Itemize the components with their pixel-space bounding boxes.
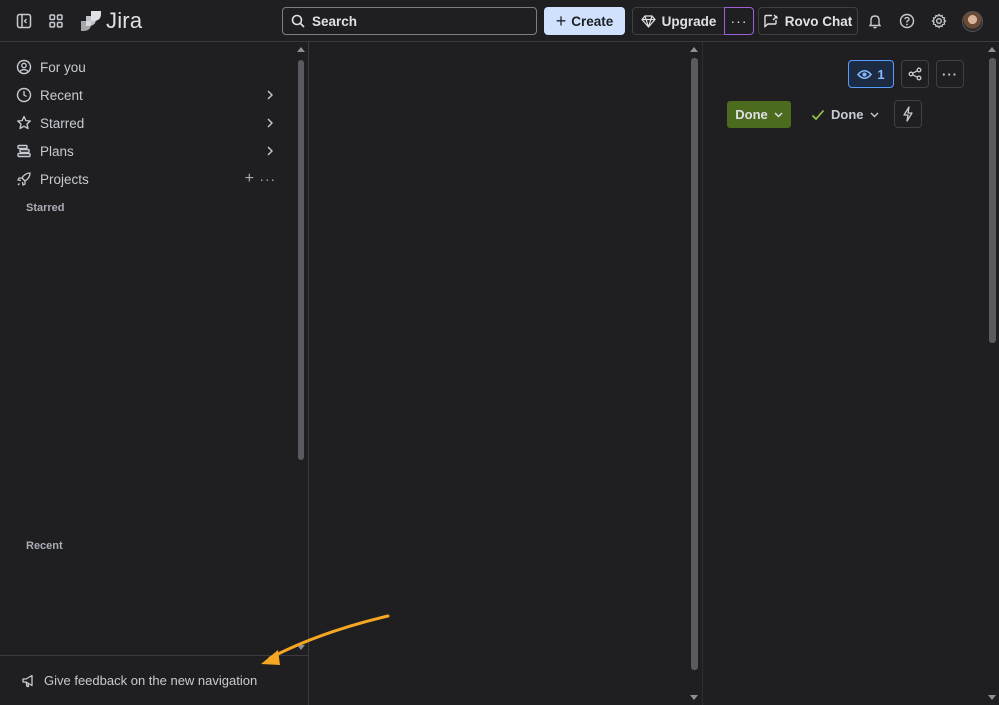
checkmark-icon	[811, 109, 825, 120]
projects-more-icon[interactable]: ···	[260, 172, 277, 187]
user-avatar[interactable]	[962, 11, 983, 32]
panel-scrollbar[interactable]	[989, 58, 996, 343]
sidebar-item-recent[interactable]: Recent	[16, 83, 286, 107]
panel-divider	[702, 42, 703, 705]
sidebar-scroll-up-icon[interactable]	[297, 47, 305, 52]
share-button[interactable]	[901, 60, 929, 88]
main-content-pane	[310, 43, 702, 705]
panel-scroll-up-icon[interactable]	[988, 47, 996, 52]
panel-scroll-down-icon[interactable]	[988, 695, 996, 700]
rovo-chat-label: Rovo Chat	[784, 13, 853, 29]
main-scroll-up-icon[interactable]	[690, 47, 698, 52]
sidebar-item-label: Starred	[40, 115, 85, 131]
search-input[interactable]: Search	[282, 7, 537, 35]
sidebar-toggle-icon[interactable]	[14, 11, 34, 31]
search-placeholder: Search	[312, 13, 358, 29]
sidebar-item-label: Projects	[40, 171, 89, 187]
sidebar-item-plans[interactable]: Plans	[16, 139, 286, 163]
watch-button[interactable]: 1	[848, 60, 894, 88]
sidebar-item-projects[interactable]: Projects + ···	[16, 167, 286, 191]
plus-icon: +	[555, 11, 567, 31]
upgrade-more-button[interactable]: ···	[724, 7, 754, 35]
top-navigation-bar: Jira Search + Create Upgrade ··· Rovo Ch…	[0, 0, 999, 42]
sidebar-item-label: Recent	[40, 87, 83, 103]
upgrade-label: Upgrade	[661, 13, 717, 29]
feedback-label: Give feedback on the new navigation	[44, 673, 258, 688]
main-scroll-down-icon[interactable]	[690, 695, 698, 700]
resolution-label: Done	[831, 107, 864, 122]
chat-edit-icon	[764, 14, 778, 28]
jira-logo-icon	[81, 11, 101, 31]
add-project-icon[interactable]: +	[245, 170, 254, 188]
recent-section-heading: Recent	[26, 540, 63, 552]
sidebar-item-starred[interactable]: Starred	[16, 111, 286, 135]
star-icon	[17, 115, 31, 130]
rocket-icon	[17, 172, 31, 186]
starred-section-heading: Starred	[26, 202, 65, 214]
sidebar-item-label: For you	[40, 59, 86, 75]
lightning-bolt-icon	[903, 106, 913, 122]
create-label: Create	[571, 13, 614, 29]
bell-icon[interactable]	[865, 11, 885, 31]
search-icon	[291, 14, 305, 28]
more-icon: ···	[942, 66, 958, 82]
watch-count: 1	[877, 66, 885, 82]
status-dropdown[interactable]: Done	[727, 101, 791, 128]
rovo-chat-button[interactable]: Rovo Chat	[758, 7, 858, 35]
settings-gear-icon[interactable]	[929, 11, 949, 31]
more-actions-button[interactable]: ···	[936, 60, 964, 88]
sidebar-item-for-you[interactable]: For you	[16, 55, 286, 79]
more-icon: ···	[730, 13, 748, 29]
upgrade-button[interactable]: Upgrade	[632, 7, 724, 35]
resolution-dropdown[interactable]: Done	[811, 101, 879, 128]
chevron-right-icon[interactable]	[266, 90, 274, 100]
sidebar: For you Recent Starred Plans Projects + …	[0, 42, 309, 705]
megaphone-icon	[22, 674, 33, 687]
sidebar-scrollbar[interactable]	[298, 60, 304, 460]
app-name: Jira	[106, 8, 143, 33]
app-switcher-icon[interactable]	[46, 11, 66, 31]
diamond-icon	[640, 14, 656, 28]
chevron-down-icon	[870, 112, 878, 117]
annotation-arrow-icon	[261, 614, 390, 665]
clock-icon	[16, 87, 32, 103]
chevron-right-icon[interactable]	[266, 118, 274, 128]
status-label: Done	[735, 107, 768, 122]
help-icon[interactable]	[897, 11, 917, 31]
chevron-right-icon[interactable]	[266, 146, 274, 156]
plans-icon	[17, 144, 31, 158]
jira-logo[interactable]: Jira	[80, 8, 143, 33]
main-scrollbar[interactable]	[691, 58, 698, 670]
automation-button[interactable]	[894, 100, 922, 128]
create-button[interactable]: + Create	[544, 7, 625, 35]
share-icon	[908, 67, 922, 81]
eye-icon	[857, 69, 873, 79]
sidebar-item-label: Plans	[40, 143, 74, 159]
chevron-down-icon	[774, 112, 783, 117]
person-circle-icon	[16, 59, 32, 75]
